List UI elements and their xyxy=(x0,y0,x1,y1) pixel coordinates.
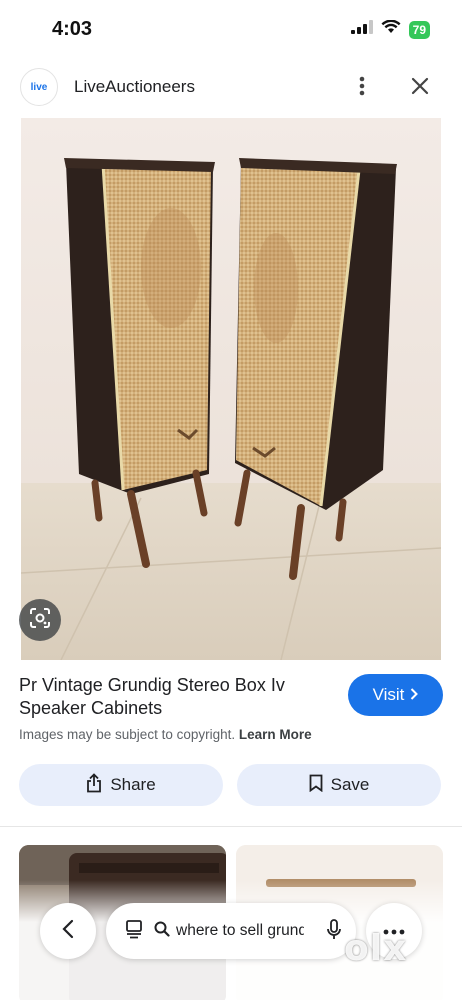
share-label: Share xyxy=(110,775,156,794)
search-icon xyxy=(154,921,170,942)
signal-icon xyxy=(350,20,373,39)
site-name[interactable]: LiveAuctioneers xyxy=(74,77,195,97)
copyright-text: Images may be subject to copyright. xyxy=(19,727,236,742)
bookmark-icon xyxy=(309,774,323,797)
more-options-button[interactable] xyxy=(346,72,378,104)
status-icons: 79 xyxy=(350,19,430,39)
save-label: Save xyxy=(330,775,370,794)
close-icon xyxy=(411,77,429,100)
visit-button[interactable]: Visit xyxy=(348,674,443,716)
site-logo-text: live xyxy=(30,81,48,93)
tab-switch-icon[interactable] xyxy=(124,919,144,944)
site-logo[interactable]: live xyxy=(20,68,58,106)
result-image[interactable] xyxy=(21,118,441,660)
result-title[interactable]: Pr Vintage Grundig Stereo Box Iv Speaker… xyxy=(19,674,319,720)
search-bar[interactable]: where to sell grundig xyxy=(106,903,356,959)
save-button[interactable]: Save xyxy=(237,764,441,806)
olx-watermark: olx xyxy=(344,928,408,969)
divider xyxy=(0,826,462,827)
lens-icon xyxy=(29,607,51,634)
lens-search-button[interactable] xyxy=(19,599,61,641)
copyright-note: Images may be subject to copyright. Lear… xyxy=(19,727,312,742)
share-button[interactable]: Share xyxy=(19,764,223,806)
back-icon xyxy=(62,919,74,944)
chevron-right-icon xyxy=(410,685,419,705)
search-query[interactable]: where to sell grundig xyxy=(176,922,304,940)
more-vert-icon xyxy=(359,76,365,101)
share-icon xyxy=(86,772,102,798)
mic-icon[interactable] xyxy=(326,919,342,946)
wifi-icon xyxy=(381,19,401,39)
close-button[interactable] xyxy=(404,72,436,104)
back-button[interactable] xyxy=(40,903,96,959)
battery-indicator: 79 xyxy=(408,20,430,39)
result-header: live LiveAuctioneers xyxy=(0,60,462,114)
learn-more-link[interactable]: Learn More xyxy=(239,727,312,742)
visit-label: Visit xyxy=(372,685,405,704)
status-time: 4:03 xyxy=(52,18,93,40)
status-bar: 4:03 79 xyxy=(0,0,462,60)
